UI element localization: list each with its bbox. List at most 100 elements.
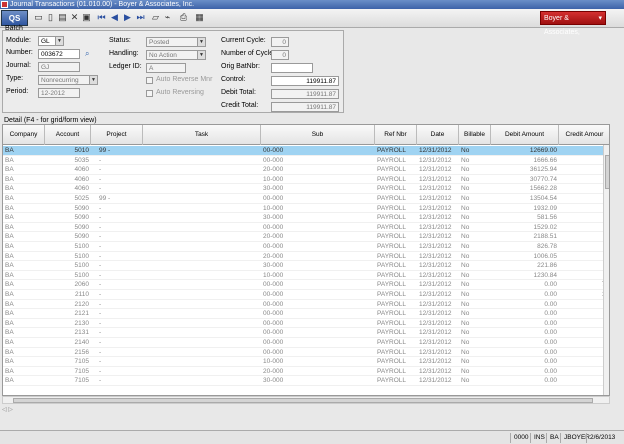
attach-icon[interactable]: ⌁ [162,12,173,23]
table-cell[interactable]: PAYROLL [377,271,415,280]
table-cell[interactable]: 0.00 [493,300,557,309]
table-cell[interactable]: PAYROLL [377,194,415,203]
chevron-down-icon[interactable]: ▼ [55,37,63,45]
table-cell[interactable]: 5010 [47,146,89,155]
note-icon[interactable]: ▱ [150,12,161,23]
table-cell[interactable]: PAYROLL [377,367,415,376]
table-cell[interactable]: No [461,367,489,376]
table-row[interactable]: BA 2110 - 00-000 PAYROLL 12/31/2012 No 0.00 13 [3,290,609,300]
table-cell[interactable] [145,204,259,213]
table-cell[interactable]: 2121 [47,309,89,318]
detail-grid[interactable]: Company Account Project Task Sub Ref Nbr Date B… [2,124,610,396]
table-row[interactable]: BA 5100 - 00-000 PAYROLL 12/31/2012 No 826.78 [3,242,609,252]
table-cell[interactable]: BA [5,213,43,222]
table-row[interactable]: BA 2121 - 00-000 PAYROLL 12/31/2012 No 0.00 1 [3,309,609,319]
credit-total-field[interactable]: 119911.87 [271,102,339,112]
table-cell[interactable]: 7105 [47,367,89,376]
table-cell[interactable]: 12/31/2012 [419,194,457,203]
table-cell[interactable]: 1529.02 [493,223,558,232]
table-cell[interactable]: 77 [561,280,609,289]
table-cell[interactable] [561,194,609,203]
table-cell[interactable]: 12/31/2012 [419,338,457,347]
table-cell[interactable]: 12/31/2012 [419,309,457,318]
table-cell[interactable]: 12/31/2012 [419,184,457,193]
table-cell[interactable]: 5090 [47,223,89,232]
table-cell[interactable]: 4 [561,338,609,347]
previous-record-icon[interactable]: ◀ [109,12,120,23]
table-cell[interactable]: PAYROLL [377,175,415,184]
table-cell[interactable]: No [461,348,489,357]
table-cell[interactable] [145,146,259,155]
table-cell[interactable]: 2060 [47,280,89,289]
table-cell[interactable]: 99 - [99,194,147,203]
table-cell[interactable]: BA [5,242,43,251]
table-cell[interactable]: PAYROLL [377,328,415,337]
table-cell[interactable]: 4060 [47,165,89,174]
table-cell[interactable]: PAYROLL [377,184,415,193]
table-cell[interactable]: BA [5,348,43,357]
table-cell[interactable]: BA [5,194,43,203]
table-cell[interactable]: PAYROLL [377,223,415,232]
table-cell[interactable]: No [461,376,489,385]
table-row[interactable]: BA 5090 - 30-000 PAYROLL 12/31/2012 No 581.56 [3,213,609,223]
new-icon[interactable]: ▯ [45,12,56,23]
table-cell[interactable]: 581.56 [493,213,557,222]
table-row[interactable]: BA 5090 - 10-000 PAYROLL 12/31/2012 No 1932.09 [3,204,609,214]
table-cell[interactable]: - [99,271,147,280]
table-cell[interactable]: 00-000 [263,309,373,318]
table-cell[interactable] [145,338,259,347]
table-cell[interactable] [561,204,609,213]
table-cell[interactable]: 13504.54 [493,194,557,203]
table-cell[interactable] [145,319,259,328]
table-cell[interactable]: 0.00 [493,376,557,385]
table-cell[interactable]: 5025 [47,194,89,203]
table-cell[interactable]: - [99,242,147,251]
table-cell[interactable]: PAYROLL [377,319,415,328]
number-field[interactable]: 003672 [38,49,80,59]
table-row[interactable]: BA 4060 - 30-000 PAYROLL 12/31/2012 No 15662.28 [3,184,609,194]
table-cell[interactable]: 12/31/2012 [419,165,457,174]
table-cell[interactable]: 0.00 [493,348,557,357]
table-cell[interactable]: 2 [561,348,609,357]
table-cell[interactable]: - [99,319,147,328]
table-cell[interactable]: 15662.28 [493,184,557,193]
table-cell[interactable]: 20-000 [263,165,373,174]
lookup-icon[interactable]: ⌕ [85,49,89,59]
table-cell[interactable]: - [99,184,147,193]
column-header[interactable]: Billable [459,125,491,145]
scrollbar-thumb[interactable] [13,398,593,403]
table-cell[interactable]: 00-000 [263,328,373,337]
table-cell[interactable]: No [461,261,489,270]
table-cell[interactable] [561,223,609,232]
table-cell[interactable]: 00-000 [263,280,373,289]
table-cell[interactable]: BA [5,300,43,309]
table-cell[interactable]: - [99,204,147,213]
table-cell[interactable]: 20-000 [263,252,373,261]
table-cell[interactable] [145,232,259,241]
table-cell[interactable]: - [99,175,147,184]
table-row[interactable]: BA 7105 - 20-000 PAYROLL 12/31/2012 No 0.00 [3,367,609,377]
table-cell[interactable]: 12/31/2012 [419,290,457,299]
status-field[interactable]: Posted ▼ [146,37,206,47]
table-cell[interactable] [561,146,609,155]
table-cell[interactable]: 1006.05 [493,252,558,261]
ledger-id-field[interactable]: A [146,63,186,73]
table-cell[interactable]: 826.78 [493,242,557,251]
chevron-down-icon[interactable]: ▼ [197,38,205,46]
table-row[interactable]: BA 4060 - 10-000 PAYROLL 12/31/2012 No 30770.74 [3,175,609,185]
table-cell[interactable]: 4060 [47,175,89,184]
table-cell[interactable]: 4 [561,319,609,328]
table-row[interactable]: BA 2130 - 00-000 PAYROLL 12/31/2012 No 0.00 4 [3,319,609,329]
table-cell[interactable]: - [99,165,147,174]
table-cell[interactable]: 12/31/2012 [419,175,457,184]
table-cell[interactable]: - [99,290,147,299]
table-cell[interactable]: - [99,252,147,261]
table-cell[interactable]: 0.00 [493,280,557,289]
table-cell[interactable] [561,357,609,366]
table-cell[interactable]: 2131 [47,328,89,337]
table-row[interactable]: BA 5025 99 - 00-000 PAYROLL 12/31/2012 No 13504… [3,194,609,204]
table-cell[interactable]: No [461,300,489,309]
table-cell[interactable]: PAYROLL [377,357,415,366]
table-cell[interactable]: BA [5,184,43,193]
type-field[interactable]: Nonrecurring ▼ [38,75,98,85]
